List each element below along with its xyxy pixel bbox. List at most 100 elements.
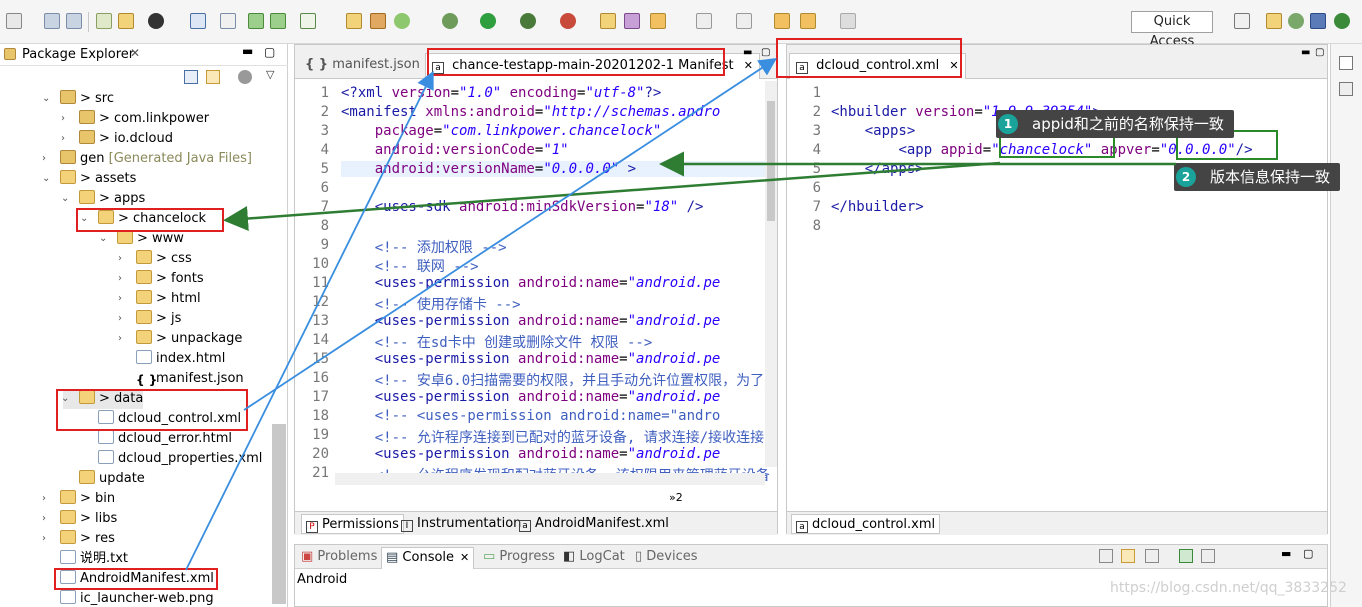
- tree-item[interactable]: › > libs: [42, 509, 117, 529]
- account-icon[interactable]: [148, 13, 164, 29]
- tree-item[interactable]: › > com.linkpower: [61, 109, 209, 129]
- chevron-right-icon[interactable]: ›: [42, 149, 52, 169]
- new-icon[interactable]: [6, 13, 22, 29]
- back-icon[interactable]: [800, 13, 816, 29]
- code-line[interactable]: <uses-permission android:name="android.p…: [341, 446, 721, 462]
- maximize-icon[interactable]: ▢: [1315, 47, 1324, 58]
- open-perspective-icon[interactable]: [1234, 13, 1250, 29]
- outline-icon[interactable]: [1339, 56, 1353, 70]
- code-line[interactable]: <uses-sdk android:minSdkVersion="18" />: [341, 199, 704, 215]
- close-icon[interactable]: ✕: [130, 46, 140, 60]
- maximize-icon[interactable]: ▢: [1303, 547, 1313, 560]
- code-line[interactable]: <!-- 安卓6.0扫描需要的权限，并且手动允许位置权限，为了方便: [341, 370, 777, 390]
- chevron-down-icon[interactable]: ⌄: [61, 189, 71, 209]
- code-line[interactable]: <!-- <uses-permission android:name="andr…: [341, 408, 721, 424]
- java-perspective-icon[interactable]: [1266, 13, 1282, 29]
- tree-item[interactable]: ⌄ > src: [42, 89, 114, 109]
- minimize-icon[interactable]: ▬: [743, 47, 752, 58]
- scroll-lock-icon[interactable]: [1121, 549, 1135, 563]
- close-icon[interactable]: ✕: [744, 59, 753, 72]
- view-menu-icon[interactable]: ▽: [266, 68, 274, 81]
- tab-instrumentation[interactable]: I Instrumentation: [397, 514, 525, 534]
- open-console-icon[interactable]: [1179, 549, 1193, 563]
- tree-item[interactable]: › > res: [42, 529, 115, 549]
- code-line[interactable]: package="com.linkpower.chancelock": [341, 123, 662, 139]
- code-line[interactable]: </apps>: [831, 161, 924, 177]
- tab-android-manifest-xml[interactable]: a AndroidManifest.xml: [515, 514, 673, 534]
- chevron-right-icon[interactable]: ›: [118, 329, 128, 349]
- chevron-down-icon[interactable]: ⌄: [99, 229, 109, 249]
- code-line[interactable]: android:versionCode="1": [341, 142, 569, 158]
- tree-item[interactable]: › > io.dcloud: [61, 129, 173, 149]
- minimize-icon[interactable]: ▬: [1301, 47, 1310, 58]
- skip-breakpoints-icon[interactable]: [220, 13, 236, 29]
- chevron-right-icon[interactable]: ›: [42, 529, 52, 549]
- debug-icon[interactable]: [442, 13, 458, 29]
- scroll-thumb[interactable]: [767, 101, 775, 221]
- package-explorer-title[interactable]: Package Explorer: [22, 47, 134, 62]
- save-all-icon[interactable]: [66, 13, 82, 29]
- link-with-editor-icon[interactable]: [206, 70, 220, 84]
- code-line[interactable]: <!-- 允许程序连接到已配对的蓝牙设备, 请求连接/接收连接/传: [341, 427, 777, 447]
- code-line[interactable]: <!-- 联网 -->: [341, 256, 479, 276]
- coverage-icon[interactable]: [520, 13, 536, 29]
- manifest-code-area[interactable]: 1 <?xml version="1.0" encoding="utf-8"?> 2…: [295, 79, 777, 519]
- code-line[interactable]: <?xml version="1.0" encoding="utf-8"?>: [341, 85, 661, 101]
- tree-item[interactable]: update: [63, 469, 145, 489]
- pin-console-icon[interactable]: [1145, 549, 1159, 563]
- tree-item[interactable]: dcloud_properties.xml: [82, 449, 262, 469]
- code-line[interactable]: android:versionName="0.0.0.0" >: [341, 161, 777, 177]
- maximize-icon[interactable]: ▢: [761, 47, 770, 58]
- tree-item[interactable]: › > fonts: [118, 269, 204, 289]
- maximize-icon[interactable]: ▢: [264, 45, 275, 59]
- chevron-down-icon[interactable]: ⌄: [42, 89, 52, 109]
- prev-annotation-icon[interactable]: [736, 13, 752, 29]
- avd-icon[interactable]: [118, 13, 134, 29]
- tab-dcloud-control-xml[interactable]: a dcloud_control.xml: [791, 514, 941, 534]
- clear-console-icon[interactable]: [1099, 549, 1113, 563]
- tab-console[interactable]: ▤ Console ✕: [381, 547, 475, 569]
- tree-item[interactable]: ⌄ > assets: [42, 169, 136, 189]
- chevron-right-icon[interactable]: ›: [118, 309, 128, 329]
- tab-permissions[interactable]: P Permissions: [301, 514, 404, 534]
- editor1-vscroll[interactable]: [765, 81, 777, 467]
- tab-logcat[interactable]: ◧ LogCat: [559, 547, 629, 569]
- chevron-right-icon[interactable]: ›: [42, 509, 52, 529]
- tab-manifest-json[interactable]: { } manifest.json: [299, 53, 426, 79]
- run-icon[interactable]: [480, 13, 496, 29]
- tree-item[interactable]: ⌄ > www: [99, 229, 184, 249]
- code-line[interactable]: <uses-permission android:name="android.p…: [341, 389, 721, 405]
- open-task-icon[interactable]: [624, 13, 640, 29]
- clean-icon[interactable]: [270, 13, 286, 29]
- chevron-right-icon[interactable]: ›: [42, 489, 52, 509]
- open-type-icon[interactable]: [600, 13, 616, 29]
- tree-item[interactable]: index.html: [120, 349, 225, 369]
- tab-progress[interactable]: ▭ Progress: [479, 547, 559, 569]
- minimize-icon[interactable]: ▬: [1281, 547, 1291, 560]
- tree-item[interactable]: › > css: [118, 249, 192, 269]
- tree-item[interactable]: dcloud_error.html: [82, 429, 232, 449]
- chevron-right-icon[interactable]: ›: [61, 109, 71, 129]
- chevron-right-icon[interactable]: ›: [61, 129, 71, 149]
- filter-icon[interactable]: [238, 70, 252, 84]
- restore-icon[interactable]: [1339, 82, 1353, 96]
- next-annotation-icon[interactable]: [696, 13, 712, 29]
- code-line[interactable]: <!-- 添加权限 -->: [341, 237, 507, 257]
- tree-item[interactable]: ⌄ > apps: [61, 189, 145, 209]
- overflow-tabs[interactable]: »2: [669, 491, 683, 504]
- task-icon[interactable]: [300, 13, 316, 29]
- tree-item[interactable]: › gen [Generated Java Files]: [42, 149, 252, 169]
- tab-devices[interactable]: ▯ Devices: [631, 547, 702, 569]
- code-line[interactable]: <apps>: [831, 123, 916, 139]
- tree-item[interactable]: ic_launcher-web.png: [44, 589, 214, 607]
- minimize-icon[interactable]: ▬: [242, 44, 253, 58]
- terminal-icon[interactable]: [190, 13, 206, 29]
- tree-item[interactable]: { }manifest.json: [120, 369, 244, 389]
- code-line[interactable]: <!-- 在sd卡中 创建或删除文件 权限 -->: [341, 332, 653, 352]
- new-java-class-icon[interactable]: [346, 13, 362, 29]
- chevron-down-icon[interactable]: ⌄: [42, 169, 52, 189]
- chevron-right-icon[interactable]: ›: [118, 289, 128, 309]
- refresh-icon[interactable]: [394, 13, 410, 29]
- code-line[interactable]: <!-- 使用存储卡 -->: [341, 294, 521, 314]
- git-perspective-icon[interactable]: [1334, 13, 1350, 29]
